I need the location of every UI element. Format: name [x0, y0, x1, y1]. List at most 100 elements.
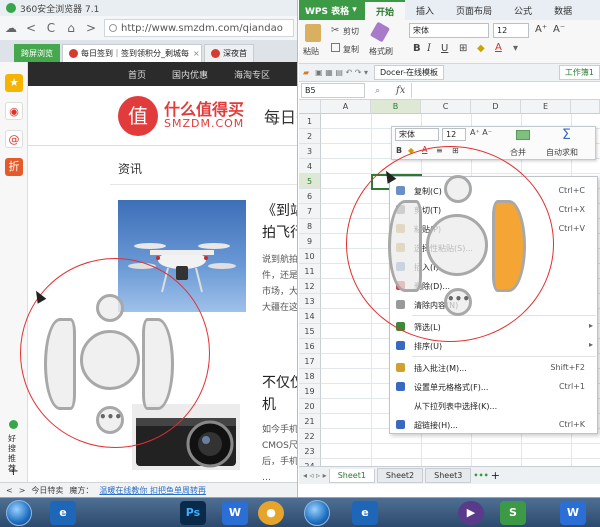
menu-item[interactable]: 删除(D)... [390, 276, 599, 295]
row-header[interactable]: 11 [299, 264, 321, 279]
menu-item[interactable]: 复制(C) Ctrl+C [390, 181, 599, 200]
status-deals[interactable]: 今日特卖 [31, 485, 63, 496]
tab-cross-screen[interactable]: 跨屏浏览 [14, 44, 60, 62]
sheet-tab-2[interactable]: Sheet2 [376, 468, 424, 483]
fx-label[interactable]: fx [396, 85, 405, 96]
scissors-icon[interactable]: ✂ [331, 25, 339, 36]
font-grow-icon[interactable]: A⁺ [535, 24, 547, 35]
underline-icon[interactable]: U [441, 43, 448, 54]
mini-grow-icon[interactable]: A⁺ A⁻ [470, 128, 492, 137]
sum-icon[interactable]: Σ [562, 127, 571, 143]
more-icon[interactable]: ▾ [513, 43, 518, 54]
nav-overseas[interactable]: 海淘专区 [234, 68, 270, 81]
border-icon[interactable]: ⊞ [459, 43, 467, 54]
menu-item[interactable]: 从下拉列表中选择(K)... [390, 396, 599, 415]
tab-data[interactable]: 数据 [543, 0, 583, 20]
column-header[interactable]: B [371, 100, 421, 114]
discount-icon[interactable]: 折 [5, 158, 23, 176]
row-header[interactable]: 1 [299, 114, 321, 129]
start-icon[interactable] [6, 500, 32, 526]
row-header[interactable]: 12 [299, 279, 321, 294]
status-shop[interactable]: 魔方： [69, 485, 93, 496]
camera-image[interactable] [132, 404, 240, 470]
row-header[interactable]: 4 [299, 159, 321, 174]
name-box[interactable]: B5 [301, 83, 365, 98]
forward-icon[interactable]: > [84, 21, 98, 35]
paste-label[interactable]: 粘贴 [303, 46, 319, 57]
row-header[interactable]: 2 [299, 129, 321, 144]
sheet-tab-3[interactable]: Sheet3 [425, 468, 472, 483]
mini-border-icon[interactable]: ⊞ [452, 146, 459, 155]
add-icon[interactable]: + [8, 464, 19, 479]
media-icon[interactable]: ▶ [458, 501, 484, 525]
nav-home[interactable]: 首页 [128, 68, 146, 81]
row-header[interactable]: 14 [299, 309, 321, 324]
row-header[interactable]: 15 [299, 324, 321, 339]
wps-taskbar-icon[interactable]: S [500, 501, 526, 525]
star-icon[interactable]: ★ [5, 74, 23, 92]
italic-icon[interactable]: I [427, 43, 431, 54]
row-header[interactable]: 7 [299, 204, 321, 219]
copy-label[interactable]: 复制 [343, 44, 359, 55]
chat-icon[interactable]: ● [258, 501, 284, 525]
menu-item[interactable]: 清除内容(N) [390, 295, 599, 314]
home-icon[interactable]: ⌂ [64, 21, 78, 35]
row-header[interactable]: 8 [299, 219, 321, 234]
menu-item[interactable]: 排序(U) ▸ [390, 336, 599, 355]
status-back-icon[interactable]: < [6, 486, 13, 495]
cut-label[interactable]: 剪切 [343, 26, 359, 37]
font-name-select[interactable]: 宋体 [409, 23, 489, 38]
word-icon-2[interactable]: W [560, 501, 586, 525]
mini-autosum-label[interactable]: 自动求和 [546, 147, 578, 158]
at-icon[interactable]: @ [5, 130, 23, 148]
row-header[interactable]: 18 [299, 369, 321, 384]
row-header[interactable]: 9 [299, 234, 321, 249]
article-title[interactable]: 《到站 拍飞行 [262, 200, 297, 244]
copy-icon[interactable] [331, 43, 340, 52]
row-header[interactable]: 10 [299, 249, 321, 264]
zoom-icon[interactable]: ⌕ [375, 86, 380, 96]
grid-corner[interactable] [299, 100, 321, 114]
font-size-select[interactable]: 12 [493, 23, 529, 38]
bold-icon[interactable]: B [413, 43, 421, 54]
row-header[interactable]: 16 [299, 339, 321, 354]
mini-align-icon[interactable]: ≡ [436, 146, 443, 155]
format-brush-label[interactable]: 格式刷 [369, 46, 393, 57]
ie-icon[interactable]: e [50, 501, 76, 525]
font-color-icon[interactable]: A [495, 42, 502, 53]
back-icon[interactable]: < [24, 21, 38, 35]
column-header[interactable]: C [421, 100, 471, 114]
menu-item[interactable]: 超链接(H)... Ctrl+K [390, 415, 599, 434]
close-icon[interactable]: × [193, 49, 200, 58]
menu-item[interactable]: 剪切(T) Ctrl+X [390, 200, 599, 219]
cloud-icon[interactable]: ☁ [4, 21, 18, 35]
mini-merge-label[interactable]: 合并 [510, 147, 526, 158]
tab-home[interactable]: 开始 [365, 0, 406, 20]
tab-page-layout[interactable]: 页面布局 [445, 0, 503, 20]
row-header[interactable]: 23 [299, 444, 321, 459]
word-icon[interactable]: W [222, 501, 248, 525]
tab-workbook[interactable]: 工作簿1 [558, 65, 600, 80]
mini-font-select[interactable]: 宋体 [395, 128, 439, 141]
menu-item[interactable]: 粘贴(P) Ctrl+V [390, 219, 599, 238]
menu-item[interactable]: 插入批注(M)... Shift+F2 [390, 358, 599, 377]
article-title[interactable]: 不仅仅 机 [262, 372, 297, 416]
nav-domestic[interactable]: 国内优惠 [172, 68, 208, 81]
folder-icon[interactable]: ▰ [303, 68, 309, 77]
sheet-tab-1[interactable]: Sheet1 [328, 468, 375, 483]
paste-icon[interactable] [305, 24, 321, 42]
tab-insert[interactable]: 插入 [405, 0, 445, 20]
row-header[interactable]: 6 [299, 189, 321, 204]
menu-item[interactable]: 插入(I) [390, 257, 599, 276]
wps-app-button[interactable]: WPS 表格 ▾ [299, 0, 365, 20]
address-bar[interactable]: http://www.smzdm.com/qiandao [104, 19, 294, 37]
ie-icon-2[interactable]: e [352, 501, 378, 525]
status-forward-icon[interactable]: > [19, 486, 26, 495]
mini-fill-icon[interactable]: ◆ [408, 146, 414, 155]
row-header[interactable]: 5 [299, 174, 321, 189]
weibo-icon[interactable]: ◉ [5, 102, 23, 120]
photoshop-icon[interactable]: Ps [180, 501, 206, 525]
menu-item[interactable]: 设置单元格格式(F)... Ctrl+1 [390, 377, 599, 396]
row-header[interactable]: 20 [299, 399, 321, 414]
row-header[interactable]: 22 [299, 429, 321, 444]
